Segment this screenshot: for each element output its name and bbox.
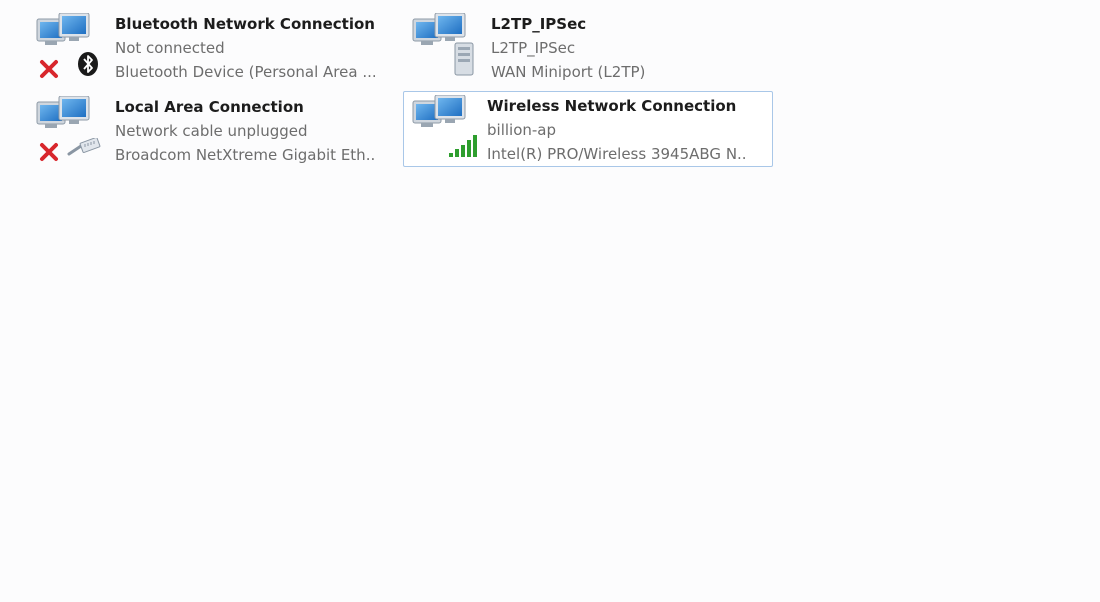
connection-name: Bluetooth Network Connection xyxy=(115,15,375,33)
connection-device: Bluetooth Device (Personal Area ... xyxy=(115,63,375,81)
connection-device: Broadcom NetXtreme Gigabit Eth... xyxy=(115,146,375,164)
connection-status: L2TP_IPSec xyxy=(491,39,576,57)
network-adapter-icon xyxy=(33,13,109,79)
connection-name: Wireless Network Connection xyxy=(487,97,737,115)
connection-device: Intel(R) PRO/Wireless 3945ABG N... xyxy=(487,145,747,163)
network-adapter-icon xyxy=(33,96,109,162)
connection-status: billion-ap xyxy=(487,121,557,139)
connection-text: Wireless Network Connection billion-ap I… xyxy=(487,94,747,166)
connection-device: WAN Miniport (L2TP) xyxy=(491,63,646,81)
connection-name: Local Area Connection xyxy=(115,98,304,116)
connection-name: L2TP_IPSec xyxy=(491,15,587,33)
connection-text: Local Area Connection Network cable unpl… xyxy=(115,95,375,167)
connection-text: Bluetooth Network Connection Not connect… xyxy=(115,12,375,84)
network-adapter-icon xyxy=(409,95,485,161)
red-x-icon xyxy=(40,143,58,161)
network-connections-pane: Bluetooth Network Connection Not connect… xyxy=(0,0,1100,602)
red-x-icon xyxy=(40,60,58,78)
connection-status: Not connected xyxy=(115,39,225,57)
network-adapter-icon xyxy=(409,13,485,79)
bluetooth-icon xyxy=(78,52,98,76)
server-icon xyxy=(454,42,474,76)
connection-status: Network cable unplugged xyxy=(115,122,308,140)
connection-item-bluetooth[interactable]: Bluetooth Network Connection Not connect… xyxy=(6,8,375,84)
connection-item-l2tp[interactable]: L2TP_IPSec L2TP_IPSec WAN Miniport (L2TP… xyxy=(382,8,750,82)
connection-text: L2TP_IPSec L2TP_IPSec WAN Miniport (L2TP… xyxy=(491,12,751,84)
connection-item-local-area[interactable]: Local Area Connection Network cable unpl… xyxy=(6,91,375,167)
wifi-signal-icon xyxy=(449,135,477,157)
connection-item-wireless[interactable]: Wireless Network Connection billion-ap I… xyxy=(403,91,773,167)
ethernet-cable-icon xyxy=(67,138,101,156)
